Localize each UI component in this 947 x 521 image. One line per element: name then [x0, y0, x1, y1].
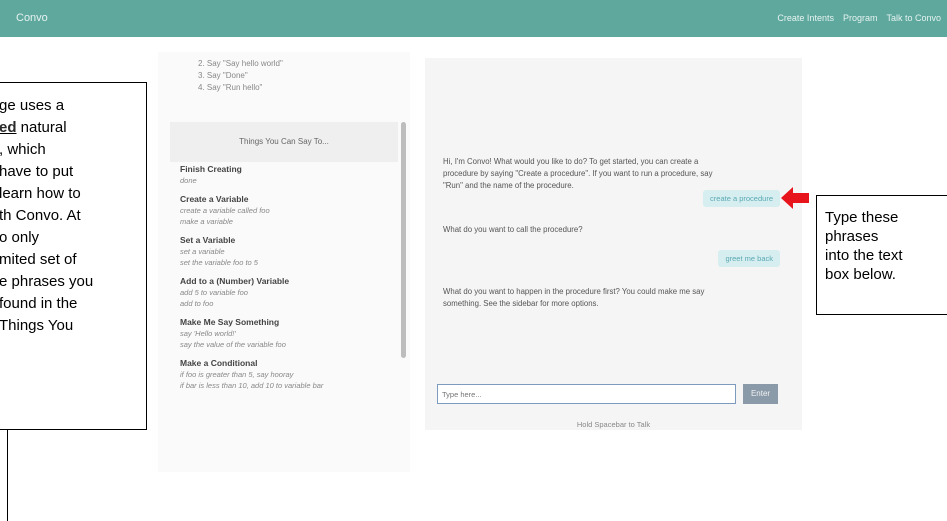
- annotation-line: box below.: [825, 266, 896, 283]
- command-create-variable: Create a Variable create a variable call…: [180, 194, 395, 227]
- red-left-arrow-icon: [781, 187, 809, 209]
- command-example: say the value of the variable foo: [180, 340, 286, 349]
- annotation-box-left: ge uses a ed natural , which have to put…: [0, 82, 147, 430]
- annotation-line: th Convo. At: [0, 207, 81, 224]
- command-make-me-say: Make Me Say Something say 'Hello world!'…: [180, 317, 395, 350]
- command-example: done: [180, 176, 197, 185]
- command-finish-creating: Finish Creating done: [180, 164, 395, 186]
- bot-message-first-step: What do you want to happen in the proced…: [443, 286, 704, 310]
- command-example: if foo is greater than 5, say hooray: [180, 370, 294, 379]
- command-set-variable: Set a Variable set a variable set the va…: [180, 235, 395, 268]
- command-title: Add to a (Number) Variable: [180, 276, 290, 286]
- step-item: 2. Say "Say hello world": [198, 59, 283, 68]
- chat-input[interactable]: [437, 384, 736, 404]
- top-navbar: Convo Create Intents Program Talk to Con…: [0, 0, 947, 37]
- bot-message-line: What do you want to happen in the proced…: [443, 287, 705, 296]
- annotation-line-rest: natural: [16, 119, 67, 136]
- bot-message-procedure-name: What do you want to call the procedure?: [443, 225, 583, 234]
- annotation-line: mited set of: [0, 251, 77, 268]
- annotation-box-right: Type these phrases into the text box bel…: [816, 195, 947, 315]
- annotation-line: have to put: [0, 163, 74, 180]
- nav-program[interactable]: Program: [843, 13, 878, 23]
- annotation-line: into the text: [825, 247, 903, 264]
- annotation-line: learn how to: [0, 185, 81, 202]
- chat-panel: Hi, I'm Convo! What would you like to do…: [425, 58, 802, 430]
- command-add-to-variable: Add to a (Number) Variable add 5 to vari…: [180, 276, 395, 309]
- bot-message-line: procedure by saying "Create a procedure"…: [443, 169, 713, 178]
- annotation-line: found in the: [0, 295, 78, 312]
- annotation-connector-line: [7, 430, 8, 521]
- step-item: 4. Say "Run hello": [198, 83, 263, 92]
- user-message-bubble: greet me back: [718, 250, 780, 267]
- command-example: add 5 to variable foo: [180, 288, 248, 297]
- annotation-line: e phrases you: [0, 273, 94, 290]
- annotation-line: Things You: [0, 317, 74, 334]
- bot-message-line: "Run" and the name of the procedure.: [443, 181, 574, 190]
- app-brand[interactable]: Convo: [16, 12, 48, 24]
- command-example: say 'Hello world!': [180, 329, 236, 338]
- command-title: Set a Variable: [180, 235, 236, 245]
- bot-message-line: Hi, I'm Convo! What would you like to do…: [443, 157, 699, 166]
- command-title: Make Me Say Something: [180, 317, 280, 327]
- enter-button[interactable]: Enter: [743, 384, 778, 404]
- hold-spacebar-hint: Hold Spacebar to Talk: [576, 420, 651, 429]
- command-example: set a variable: [180, 247, 225, 256]
- step-item: 3. Say "Done": [198, 71, 248, 80]
- things-you-can-say-header: Things You Can Say To...: [170, 122, 398, 162]
- command-example: create a variable called foo: [180, 206, 270, 215]
- annotation-line: ed natural: [0, 119, 67, 136]
- nav-talk-to-convo[interactable]: Talk to Convo: [886, 13, 941, 23]
- command-example: make a variable: [180, 217, 233, 226]
- nav-create-intents[interactable]: Create Intents: [777, 13, 834, 23]
- annotation-line: o only: [0, 229, 40, 246]
- bot-message-line: something. See the sidebar for more opti…: [443, 299, 599, 308]
- command-title: Make a Conditional: [180, 358, 258, 368]
- sidebar: 2. Say "Say hello world" 3. Say "Done" 4…: [158, 52, 410, 472]
- tutorial-steps: 2. Say "Say hello world" 3. Say "Done" 4…: [198, 58, 283, 94]
- command-title: Create a Variable: [180, 194, 249, 204]
- annotation-line: , which: [0, 141, 46, 158]
- annotation-emphasis: ed: [0, 119, 17, 136]
- command-example: add to foo: [180, 299, 214, 308]
- sidebar-scrollbar[interactable]: [401, 122, 406, 358]
- user-message-bubble: create a procedure: [703, 190, 780, 207]
- command-list: Finish Creating done Create a Variable c…: [180, 164, 395, 399]
- command-example: set the variable foo to 5: [180, 258, 258, 267]
- command-make-conditional: Make a Conditional if foo is greater tha…: [180, 358, 395, 391]
- nav-links: Create Intents Program Talk to Convo: [777, 13, 941, 23]
- bot-message-greeting: Hi, I'm Convo! What would you like to do…: [443, 156, 712, 192]
- annotation-line: ge uses a: [0, 97, 65, 114]
- command-example: if bar is less than 10, add 10 to variab…: [180, 381, 324, 390]
- command-title: Finish Creating: [180, 164, 242, 174]
- annotation-line: phrases: [825, 228, 879, 245]
- annotation-line: Type these: [825, 209, 899, 226]
